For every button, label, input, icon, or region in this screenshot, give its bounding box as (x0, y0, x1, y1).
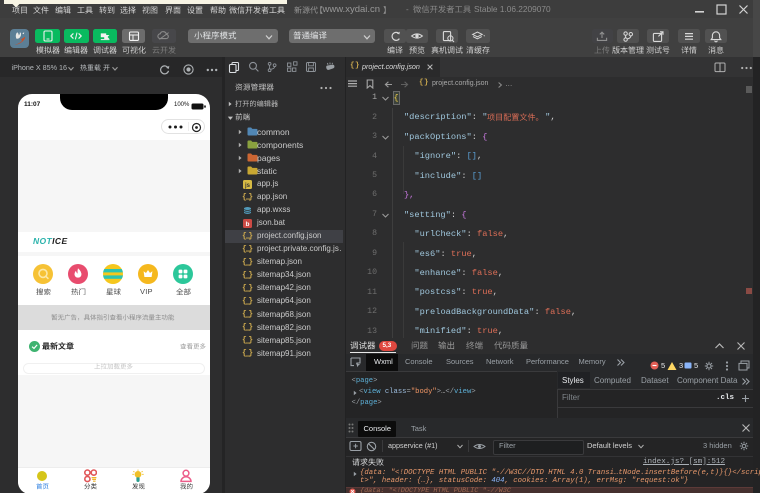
svg-text:b: b (245, 221, 249, 228)
svg-text:js: js (243, 183, 250, 189)
